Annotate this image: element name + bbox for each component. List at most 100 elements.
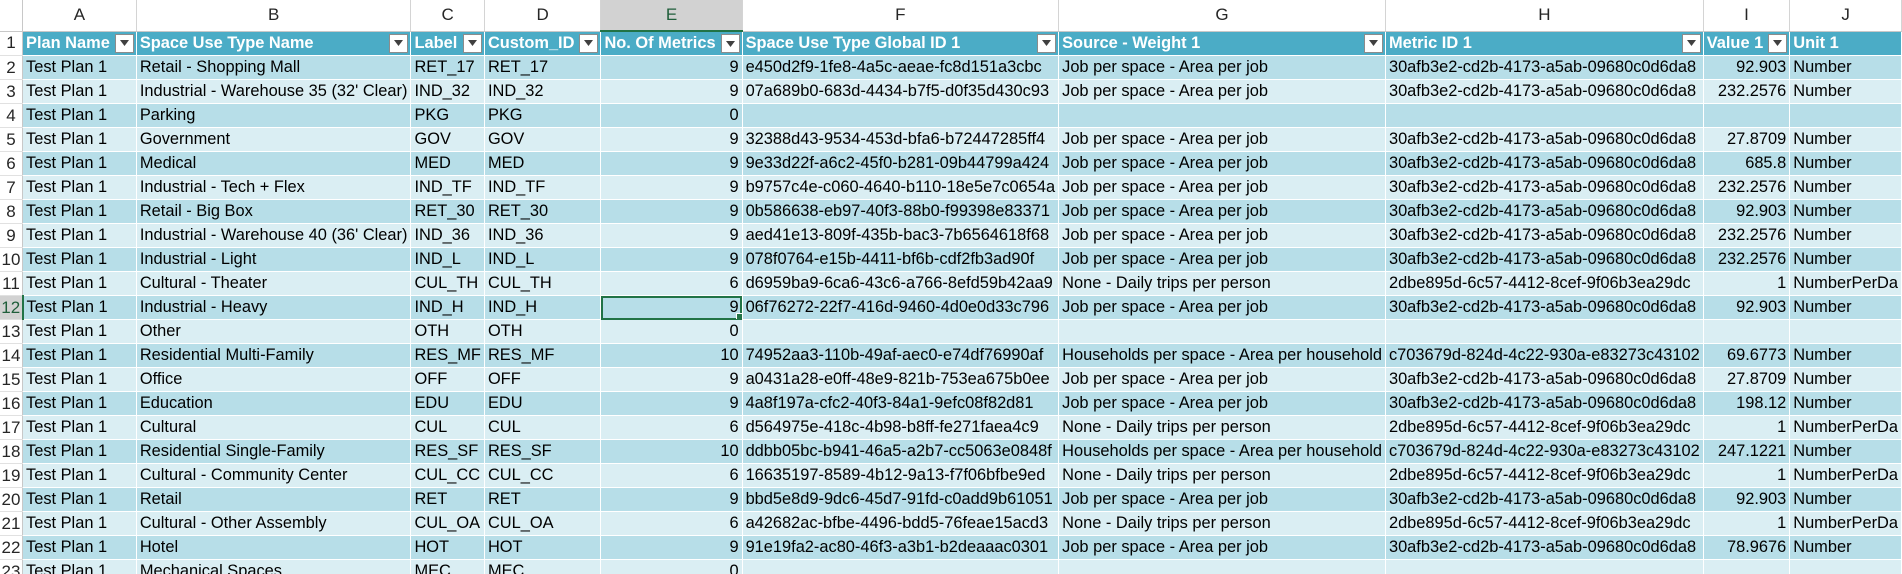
cell-a7[interactable]: Test Plan 1 [22, 175, 137, 200]
cell-i3[interactable]: 232.2576 [1703, 79, 1791, 104]
cell-c2[interactable]: RET_17 [410, 55, 485, 80]
cell-j14[interactable]: Number [1789, 343, 1902, 368]
cell-f20[interactable]: bbd5e8d9-9dc6-45d7-91fd-c0add9b61051 [742, 487, 1060, 512]
cell-b14[interactable]: Residential Multi-Family [136, 343, 412, 368]
cell-j20[interactable]: Number [1789, 487, 1902, 512]
cell-f13[interactable] [742, 319, 1060, 344]
cell-a20[interactable]: Test Plan 1 [22, 487, 137, 512]
cell-j5[interactable]: Number [1789, 127, 1902, 152]
cell-e21[interactable]: 6 [600, 511, 743, 536]
cell-c12[interactable]: IND_H [410, 295, 485, 320]
cell-e3[interactable]: 9 [600, 79, 743, 104]
cell-d19[interactable]: CUL_CC [484, 463, 602, 488]
spreadsheet-grid[interactable]: ABCDEFGHIJ 1 Plan Name Space Use Type Name… [0, 0, 1902, 574]
cell-e13[interactable]: 0 [600, 319, 743, 344]
cell-f16[interactable]: 4a8f197a-cfc2-40f3-84a1-9efc08f82d81 [742, 391, 1060, 416]
row-number-15[interactable]: 15 [0, 367, 24, 392]
cell-a19[interactable]: Test Plan 1 [22, 463, 137, 488]
cell-a2[interactable]: Test Plan 1 [22, 55, 137, 80]
cell-b11[interactable]: Cultural - Theater [136, 271, 412, 296]
cell-a18[interactable]: Test Plan 1 [22, 439, 137, 464]
cell-f3[interactable]: 07a689b0-683d-4434-b7f5-d0f35d430c93 [742, 79, 1060, 104]
cell-h20[interactable]: 30afb3e2-cd2b-4173-a5ab-09680c0d6da8 [1385, 487, 1704, 512]
cell-f2[interactable]: e450d2f9-1fe8-4a5c-aeae-fc8d151a3cbc [742, 55, 1060, 80]
cell-e4[interactable]: 0 [600, 103, 743, 128]
cell-g22[interactable]: Job per space - Area per job [1058, 535, 1386, 560]
cell-h11[interactable]: 2dbe895d-6c57-4412-8cef-9f06b3ea29dc [1385, 271, 1704, 296]
row-number-17[interactable]: 17 [0, 415, 24, 440]
cell-c13[interactable]: OTH [410, 319, 485, 344]
filter-dropdown-button[interactable] [1768, 33, 1788, 53]
cell-b5[interactable]: Government [136, 127, 412, 152]
cell-a6[interactable]: Test Plan 1 [22, 151, 137, 176]
cell-d12[interactable]: IND_H [484, 295, 602, 320]
cell-a13[interactable]: Test Plan 1 [22, 319, 137, 344]
cell-i6[interactable]: 685.8 [1703, 151, 1791, 176]
cell-g5[interactable]: Job per space - Area per job [1058, 127, 1386, 152]
cell-h13[interactable] [1385, 319, 1704, 344]
column-header-c[interactable]: C [410, 0, 485, 32]
cell-b15[interactable]: Office [136, 367, 412, 392]
row-number-12[interactable]: 12 [0, 295, 24, 320]
cell-f8[interactable]: 0b586638-eb97-40f3-88b0-f99398e83371 [742, 199, 1060, 224]
cell-i9[interactable]: 232.2576 [1703, 223, 1791, 248]
cell-d20[interactable]: RET [484, 487, 602, 512]
cell-j23[interactable] [1789, 559, 1902, 574]
cell-e9[interactable]: 9 [600, 223, 743, 248]
cell-h21[interactable]: 2dbe895d-6c57-4412-8cef-9f06b3ea29dc [1385, 511, 1704, 536]
column-header-e[interactable]: E [600, 0, 743, 32]
cell-g15[interactable]: Job per space - Area per job [1058, 367, 1386, 392]
cell-f10[interactable]: 078f0764-e15b-4411-bf6b-cdf2fb3ad90f [742, 247, 1060, 272]
cell-b22[interactable]: Hotel [136, 535, 412, 560]
header-cell-i[interactable]: Value 1 [1703, 31, 1791, 56]
cell-c11[interactable]: CUL_TH [410, 271, 485, 296]
cell-e16[interactable]: 9 [600, 391, 743, 416]
cell-e12[interactable]: 9 [600, 295, 743, 320]
cell-g10[interactable]: Job per space - Area per job [1058, 247, 1386, 272]
cell-j4[interactable] [1789, 103, 1902, 128]
cell-c10[interactable]: IND_L [410, 247, 485, 272]
row-number-20[interactable]: 20 [0, 487, 24, 512]
cell-d5[interactable]: GOV [484, 127, 602, 152]
cell-a12[interactable]: Test Plan 1 [22, 295, 137, 320]
cell-a4[interactable]: Test Plan 1 [22, 103, 137, 128]
cell-g12[interactable]: Job per space - Area per job [1058, 295, 1386, 320]
cell-h9[interactable]: 30afb3e2-cd2b-4173-a5ab-09680c0d6da8 [1385, 223, 1704, 248]
cell-a22[interactable]: Test Plan 1 [22, 535, 137, 560]
cell-c22[interactable]: HOT [410, 535, 485, 560]
row-number-10[interactable]: 10 [0, 247, 24, 272]
cell-j3[interactable]: Number [1789, 79, 1902, 104]
cell-e23[interactable]: 0 [600, 559, 743, 574]
row-number-4[interactable]: 4 [0, 103, 24, 128]
header-cell-a[interactable]: Plan Name [22, 31, 137, 56]
cell-f18[interactable]: ddbb05bc-b941-46a5-a2b7-cc5063e0848f [742, 439, 1060, 464]
cell-f4[interactable] [742, 103, 1060, 128]
cell-d17[interactable]: CUL [484, 415, 602, 440]
cell-h5[interactable]: 30afb3e2-cd2b-4173-a5ab-09680c0d6da8 [1385, 127, 1704, 152]
cell-e11[interactable]: 6 [600, 271, 743, 296]
column-header-d[interactable]: D [484, 0, 602, 32]
cell-d16[interactable]: EDU [484, 391, 602, 416]
column-header-j[interactable]: J [1789, 0, 1902, 32]
cell-g3[interactable]: Job per space - Area per job [1058, 79, 1386, 104]
cell-b21[interactable]: Cultural - Other Assembly [136, 511, 412, 536]
cell-e20[interactable]: 9 [600, 487, 743, 512]
header-cell-h[interactable]: Metric ID 1 [1385, 31, 1704, 56]
cell-c4[interactable]: PKG [410, 103, 485, 128]
cell-h18[interactable]: c703679d-824d-4c22-930a-e83273c43102 [1385, 439, 1704, 464]
cell-b8[interactable]: Retail - Big Box [136, 199, 412, 224]
cell-d15[interactable]: OFF [484, 367, 602, 392]
filter-dropdown-button[interactable] [389, 33, 409, 53]
cell-i17[interactable]: 1 [1703, 415, 1791, 440]
cell-j13[interactable] [1789, 319, 1902, 344]
cell-f19[interactable]: 16635197-8589-4b12-9a13-f7f06bfbe9ed [742, 463, 1060, 488]
cell-h2[interactable]: 30afb3e2-cd2b-4173-a5ab-09680c0d6da8 [1385, 55, 1704, 80]
select-all-corner[interactable] [0, 0, 24, 32]
cell-f11[interactable]: d6959ba9-6ca6-43c6-a766-8efd59b42aa9 [742, 271, 1060, 296]
cell-j18[interactable]: Number [1789, 439, 1902, 464]
cell-g18[interactable]: Households per space - Area per househol… [1058, 439, 1386, 464]
cell-i20[interactable]: 92.903 [1703, 487, 1791, 512]
cell-e15[interactable]: 9 [600, 367, 743, 392]
column-header-i[interactable]: I [1703, 0, 1791, 32]
cell-h8[interactable]: 30afb3e2-cd2b-4173-a5ab-09680c0d6da8 [1385, 199, 1704, 224]
